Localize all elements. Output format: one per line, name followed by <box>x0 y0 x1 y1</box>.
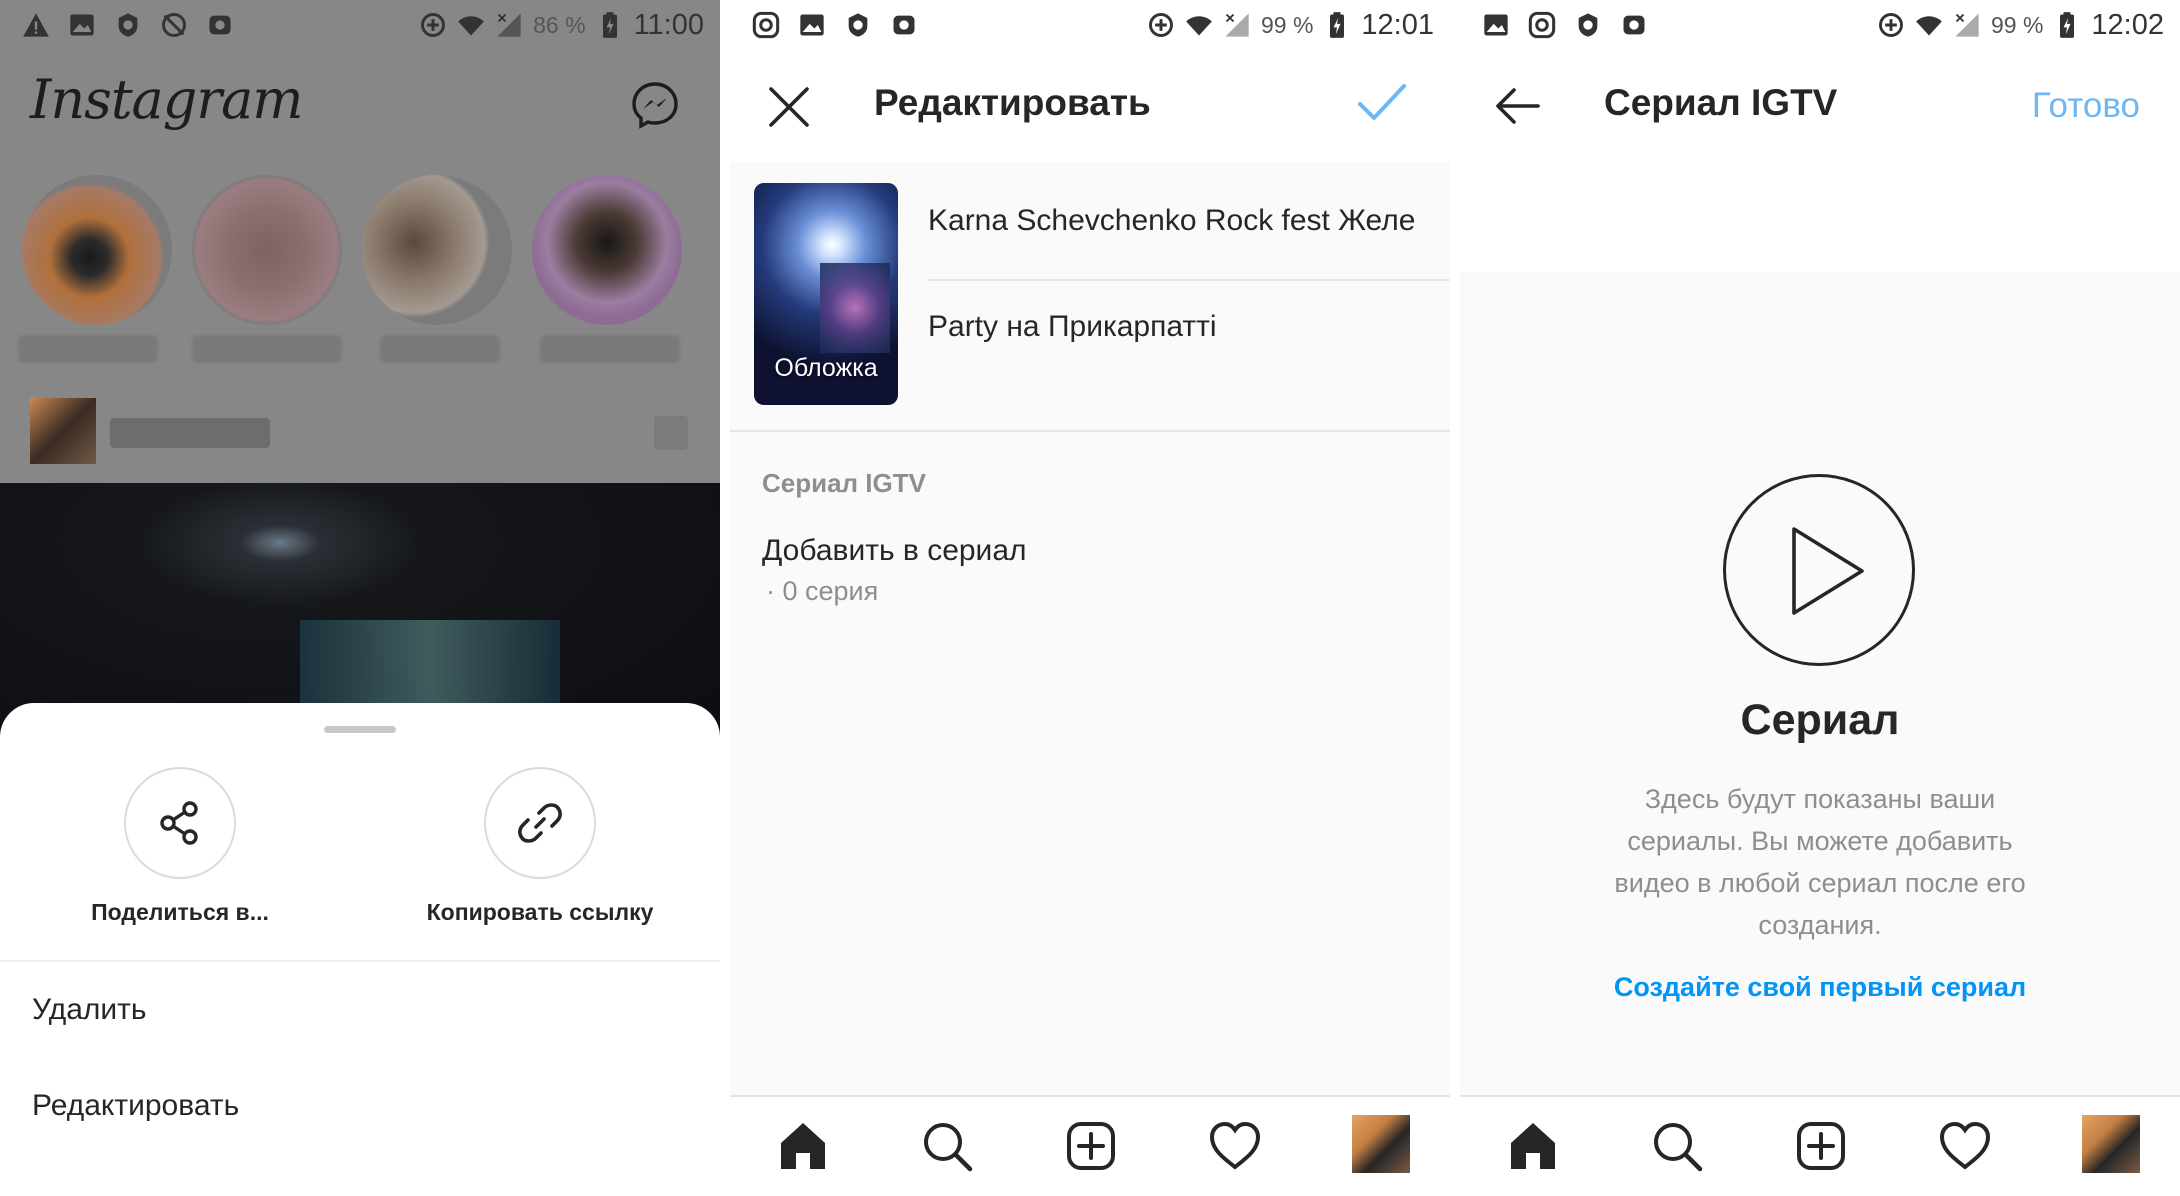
wifi-icon <box>1916 16 1942 36</box>
no-sync-icon <box>162 13 186 37</box>
post-menu-icon[interactable] <box>654 416 688 450</box>
close-icon[interactable] <box>766 84 812 130</box>
delete-menu-item[interactable]: Удалить <box>32 993 147 1027</box>
lion-icon <box>118 13 138 37</box>
section-divider <box>730 430 1450 432</box>
copy-link-button[interactable] <box>484 767 596 879</box>
story-name <box>380 335 500 363</box>
clock: 12:01 <box>1361 8 1434 41</box>
add-icon[interactable] <box>1794 1119 1848 1173</box>
story-avatar[interactable] <box>532 175 682 325</box>
messenger-icon[interactable] <box>630 80 680 130</box>
signal-icon <box>497 13 521 37</box>
signal-icon <box>1955 13 1979 37</box>
link-icon <box>518 803 562 843</box>
post-photo-detail <box>300 620 560 710</box>
instagram-icon <box>752 11 780 39</box>
create-series-link[interactable]: Создайте свой первый сериал <box>1460 972 2180 1003</box>
field-divider <box>928 279 1450 281</box>
story-avatar[interactable] <box>362 175 512 325</box>
play-icon <box>1792 527 1864 615</box>
gallery-icon <box>70 14 94 36</box>
bottom-sheet: Поделиться в... Копировать ссылку Удалит… <box>0 703 720 1196</box>
check-icon[interactable] <box>1356 80 1408 126</box>
battery-percent: 86 % <box>533 11 586 38</box>
camera-icon <box>1623 15 1645 35</box>
lion-icon <box>848 13 868 37</box>
instagram-logo: Instagram <box>30 68 303 131</box>
title-input[interactable]: Karna Schevchenko Rock fest Желе <box>928 204 1450 238</box>
data-saver-icon <box>1879 13 1903 37</box>
status-bar: 86 % 11:00 <box>0 0 720 50</box>
cover-label: Обложка <box>774 354 878 382</box>
battery-icon <box>2060 12 2075 38</box>
camera-icon <box>209 15 231 35</box>
back-arrow-icon[interactable] <box>1492 84 1542 128</box>
instagram-icon <box>1528 11 1556 39</box>
status-bar: 99 % 12:01 <box>730 0 1450 50</box>
camera-icon <box>893 15 915 35</box>
search-icon[interactable] <box>920 1119 974 1173</box>
lion-icon <box>1578 13 1598 37</box>
wifi-icon <box>1186 16 1212 36</box>
story-name <box>540 335 680 363</box>
profile-avatar[interactable] <box>2082 1115 2140 1173</box>
video-details: Обложка Karna Schevchenko Rock fest Желе… <box>730 162 1450 432</box>
signal-icon <box>1225 13 1249 37</box>
post-avatar[interactable] <box>30 398 96 464</box>
cover-thumbnail[interactable]: Обложка <box>754 183 898 405</box>
story-name <box>192 335 342 363</box>
data-saver-icon <box>421 13 446 37</box>
bottom-nav <box>1460 1095 2180 1196</box>
data-saver-icon <box>1149 13 1173 37</box>
story-name <box>18 335 158 363</box>
battery-percent: 99 % <box>1990 11 2044 38</box>
sheet-divider <box>0 960 720 962</box>
page-title: Сериал IGTV <box>1604 82 1838 123</box>
post-username[interactable] <box>110 418 270 448</box>
battery-icon <box>602 12 617 38</box>
section-label: Сериал IGTV <box>762 468 926 498</box>
edit-menu-item[interactable]: Редактировать <box>32 1089 239 1123</box>
gallery-icon <box>800 14 824 36</box>
panel-igtv-series: 99 % 12:02 Сериал IGTV Готово Сериал Зде… <box>1460 0 2180 1196</box>
heart-icon[interactable] <box>1938 1119 1992 1173</box>
done-button[interactable]: Готово <box>2032 86 2140 126</box>
clock: 12:02 <box>2091 8 2164 41</box>
status-bar: 99 % 12:02 <box>1460 0 2180 50</box>
heart-icon[interactable] <box>1208 1119 1262 1173</box>
page-title: Редактировать <box>874 82 1151 123</box>
battery-icon <box>1330 12 1345 38</box>
empty-state-title: Сериал <box>1740 696 1900 744</box>
panel-edit-video: 99 % 12:01 Редактировать Обложка Karna S… <box>730 0 1450 1196</box>
bottom-nav <box>730 1095 1450 1196</box>
series-count: · 0 серия <box>766 576 879 606</box>
story-avatar[interactable] <box>192 175 342 325</box>
profile-avatar[interactable] <box>1352 1115 1410 1173</box>
play-circle <box>1723 474 1915 666</box>
copy-link-label[interactable]: Копировать ссылку <box>400 899 680 926</box>
sheet-handle[interactable] <box>324 726 396 733</box>
story-avatar[interactable] <box>22 175 172 325</box>
panel-gap <box>1450 0 1460 1196</box>
gallery-icon <box>1484 14 1508 36</box>
description-input[interactable]: Party на Прикарпатті <box>928 310 1450 344</box>
add-to-series-button[interactable]: Добавить в сериал <box>762 534 1027 568</box>
battery-percent: 99 % <box>1260 11 1314 38</box>
empty-state-description: Здесь будут показаны ваши сериалы. Вы мо… <box>1614 784 2026 940</box>
share-button[interactable] <box>124 767 236 879</box>
clock: 11:00 <box>633 8 704 41</box>
home-icon[interactable] <box>1506 1119 1560 1173</box>
share-icon <box>160 801 198 845</box>
header-spacer <box>1460 162 2180 272</box>
wifi-icon <box>458 16 484 36</box>
search-icon[interactable] <box>1650 1119 1704 1173</box>
cover-image <box>820 263 890 353</box>
home-icon[interactable] <box>776 1119 830 1173</box>
panel-post-options: 86 % 11:00 Instagram Поделиться в... Коп… <box>0 0 720 1196</box>
add-icon[interactable] <box>1064 1119 1118 1173</box>
warning-icon <box>23 13 49 37</box>
share-label[interactable]: Поделиться в... <box>60 899 300 926</box>
panel-gap <box>720 0 730 1196</box>
